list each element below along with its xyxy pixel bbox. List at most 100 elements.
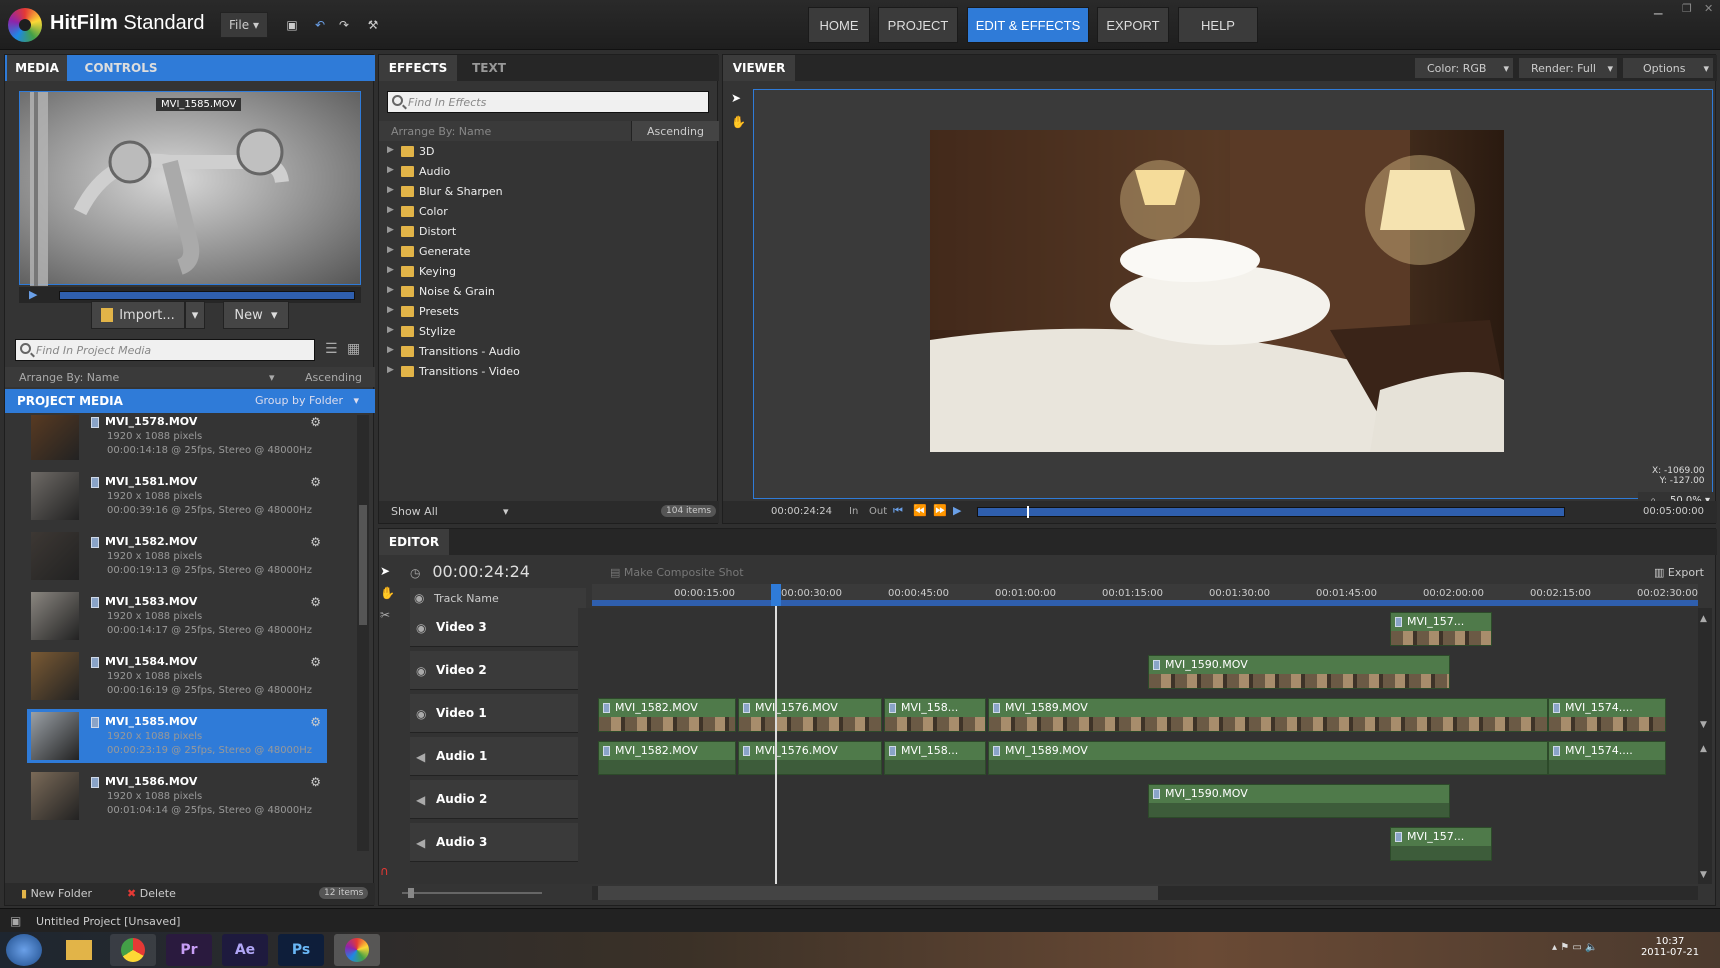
timeline-zoom-slider[interactable]: [388, 886, 578, 900]
gear-icon[interactable]: ⚙: [310, 415, 321, 429]
effects-sort-toggle[interactable]: Ascending: [631, 121, 719, 141]
new-button[interactable]: New ▾: [223, 301, 289, 329]
video-clip[interactable]: MVI_1582.MOV: [598, 698, 736, 732]
track-header[interactable]: ◉ Video 2: [410, 651, 578, 690]
grid-view-icon[interactable]: ▦: [347, 341, 360, 357]
video-clip[interactable]: MVI_158...: [884, 698, 986, 732]
viewer-scrubber[interactable]: [977, 506, 1565, 518]
media-scrollbar[interactable]: [357, 415, 369, 851]
effects-folder[interactable]: ▶ Distort: [379, 223, 679, 241]
audio-clip[interactable]: MVI_1582.MOV: [598, 741, 736, 775]
gear-icon[interactable]: ⚙: [310, 715, 321, 729]
media-item[interactable]: MVI_1583.MOV 1920 x 1088 pixels 00:00:14:1…: [27, 589, 327, 643]
media-item[interactable]: MVI_1584.MOV 1920 x 1088 pixels 00:00:16:1…: [27, 649, 327, 703]
expand-arrow-icon[interactable]: ▶: [387, 225, 394, 235]
import-button[interactable]: Import...: [91, 301, 185, 329]
editor-export-button[interactable]: ▥ Export: [1654, 566, 1704, 579]
effects-folder[interactable]: ▶ Presets: [379, 303, 679, 321]
gear-icon[interactable]: ⚙: [310, 595, 321, 609]
go-start-icon[interactable]: ⏮: [893, 504, 903, 518]
timeline-playhead[interactable]: [775, 584, 777, 884]
save-icon[interactable]: ▣: [282, 12, 302, 38]
expand-arrow-icon[interactable]: ▶: [387, 365, 394, 375]
editor-timecode[interactable]: 00:00:24:24: [432, 562, 530, 581]
effects-folder[interactable]: ▶ Keying: [379, 263, 679, 281]
step-forward-icon[interactable]: ⏩: [933, 504, 947, 517]
photoshop-icon[interactable]: Ps: [278, 934, 324, 966]
effects-folder[interactable]: ▶ Transitions - Video: [379, 363, 679, 381]
audio-clip[interactable]: MVI_157...: [1390, 827, 1492, 861]
editor-hand-tool-icon[interactable]: ✋: [380, 586, 395, 600]
chrome-icon[interactable]: [110, 934, 156, 966]
expand-arrow-icon[interactable]: ▶: [387, 245, 394, 255]
media-item[interactable]: MVI_1578.MOV 1920 x 1088 pixels 00:00:14:1…: [27, 415, 327, 463]
tab-effects[interactable]: EFFECTS: [379, 55, 457, 81]
audio-clip[interactable]: MVI_1576.MOV: [738, 741, 882, 775]
expand-arrow-icon[interactable]: ▶: [387, 265, 394, 275]
viewer-canvas[interactable]: X: -1069.00 Y: -127.00 ⌕ 50.0% ▾: [753, 89, 1714, 508]
tab-editor[interactable]: EDITOR: [379, 529, 449, 555]
video-clip[interactable]: MVI_1590.MOV: [1148, 655, 1450, 689]
effects-folder[interactable]: ▶ Stylize: [379, 323, 679, 341]
list-view-icon[interactable]: ☰: [325, 341, 338, 357]
color-mode-dropdown[interactable]: Color: RGB ▾: [1415, 58, 1513, 78]
make-composite-button[interactable]: ▤ Make Composite Shot: [610, 566, 744, 579]
effects-folder[interactable]: ▶ Blur & Sharpen: [379, 183, 679, 201]
close-icon[interactable]: ✕: [1704, 2, 1713, 15]
nav-project[interactable]: PROJECT: [878, 7, 958, 43]
mark-out-button[interactable]: Out: [869, 506, 887, 517]
expand-arrow-icon[interactable]: ▶: [387, 145, 394, 155]
maximize-icon[interactable]: ❐: [1682, 2, 1692, 15]
gear-icon[interactable]: ⚙: [310, 475, 321, 489]
audio-clip[interactable]: MVI_1590.MOV: [1148, 784, 1450, 818]
preview-scrubber[interactable]: [59, 291, 355, 300]
track-header[interactable]: ◀ Audio 1: [410, 737, 578, 776]
import-dropdown[interactable]: ▾: [185, 301, 205, 329]
video-clip[interactable]: MVI_1589.MOV: [988, 698, 1548, 732]
media-item[interactable]: MVI_1586.MOV 1920 x 1088 pixels 00:01:04:1…: [27, 769, 327, 823]
effects-folder[interactable]: ▶ 3D: [379, 143, 679, 161]
expand-arrow-icon[interactable]: ▶: [387, 325, 394, 335]
effects-folder[interactable]: ▶ Noise & Grain: [379, 283, 679, 301]
tab-viewer[interactable]: VIEWER: [723, 55, 795, 81]
speaker-icon[interactable]: ◀: [416, 836, 425, 850]
after-effects-icon[interactable]: Ae: [222, 934, 268, 966]
play-icon[interactable]: ▶: [953, 504, 961, 517]
tray-icons[interactable]: ▴ ⚑ ▭ 🔈: [1552, 942, 1597, 953]
speaker-icon[interactable]: ◀: [416, 750, 425, 764]
timeline-playhead-handle[interactable]: [771, 584, 781, 606]
media-item[interactable]: MVI_1581.MOV 1920 x 1088 pixels 00:00:39:1…: [27, 469, 327, 523]
nav-edit-effects[interactable]: EDIT & EFFECTS: [967, 7, 1089, 43]
audio-clip[interactable]: MVI_158...: [884, 741, 986, 775]
expand-arrow-icon[interactable]: ▶: [387, 185, 394, 195]
gear-icon[interactable]: ⚙: [310, 535, 321, 549]
minimize-icon[interactable]: ▁: [1654, 2, 1662, 15]
timeline-vertical-scrollbar[interactable]: ▲ ▼ ▲ ▼: [1698, 608, 1712, 884]
select-tool-icon[interactable]: ➤: [731, 91, 741, 105]
new-folder-button[interactable]: ▮ New Folder: [21, 887, 92, 900]
delete-button[interactable]: ✖ Delete: [127, 887, 176, 900]
tab-text[interactable]: TEXT: [459, 55, 519, 81]
start-button-icon[interactable]: [6, 934, 42, 966]
undo-icon[interactable]: ↶: [310, 12, 330, 38]
nav-home[interactable]: HOME: [808, 7, 870, 43]
snap-magnet-icon[interactable]: ∩: [380, 864, 389, 878]
viewer-options-dropdown[interactable]: Options ▾: [1623, 58, 1713, 78]
nav-export[interactable]: EXPORT: [1097, 7, 1169, 43]
editor-select-tool-icon[interactable]: ➤: [380, 564, 390, 578]
effects-arrange-dropdown[interactable]: Arrange By: Name: [391, 125, 491, 138]
nav-help[interactable]: HELP: [1178, 7, 1258, 43]
taskbar-clock[interactable]: 10:37 2011-07-21: [1640, 936, 1700, 958]
file-menu[interactable]: File ▾: [220, 12, 268, 38]
media-item[interactable]: MVI_1585.MOV 1920 x 1088 pixels 00:00:23:1…: [27, 709, 327, 763]
track-header[interactable]: ◉ Video 3: [410, 608, 578, 647]
video-clip[interactable]: MVI_1576.MOV: [738, 698, 882, 732]
expand-arrow-icon[interactable]: ▶: [387, 345, 394, 355]
effects-folder[interactable]: ▶ Color: [379, 203, 679, 221]
video-clip[interactable]: MVI_157...: [1390, 612, 1492, 646]
hitfilm-taskbar-icon[interactable]: [334, 934, 380, 966]
effects-search-input[interactable]: Find In Effects: [387, 91, 709, 113]
tab-media[interactable]: MEDIA: [7, 55, 67, 81]
media-sort-toggle[interactable]: Ascending: [305, 371, 362, 384]
video-clip[interactable]: MVI_1574....: [1548, 698, 1666, 732]
